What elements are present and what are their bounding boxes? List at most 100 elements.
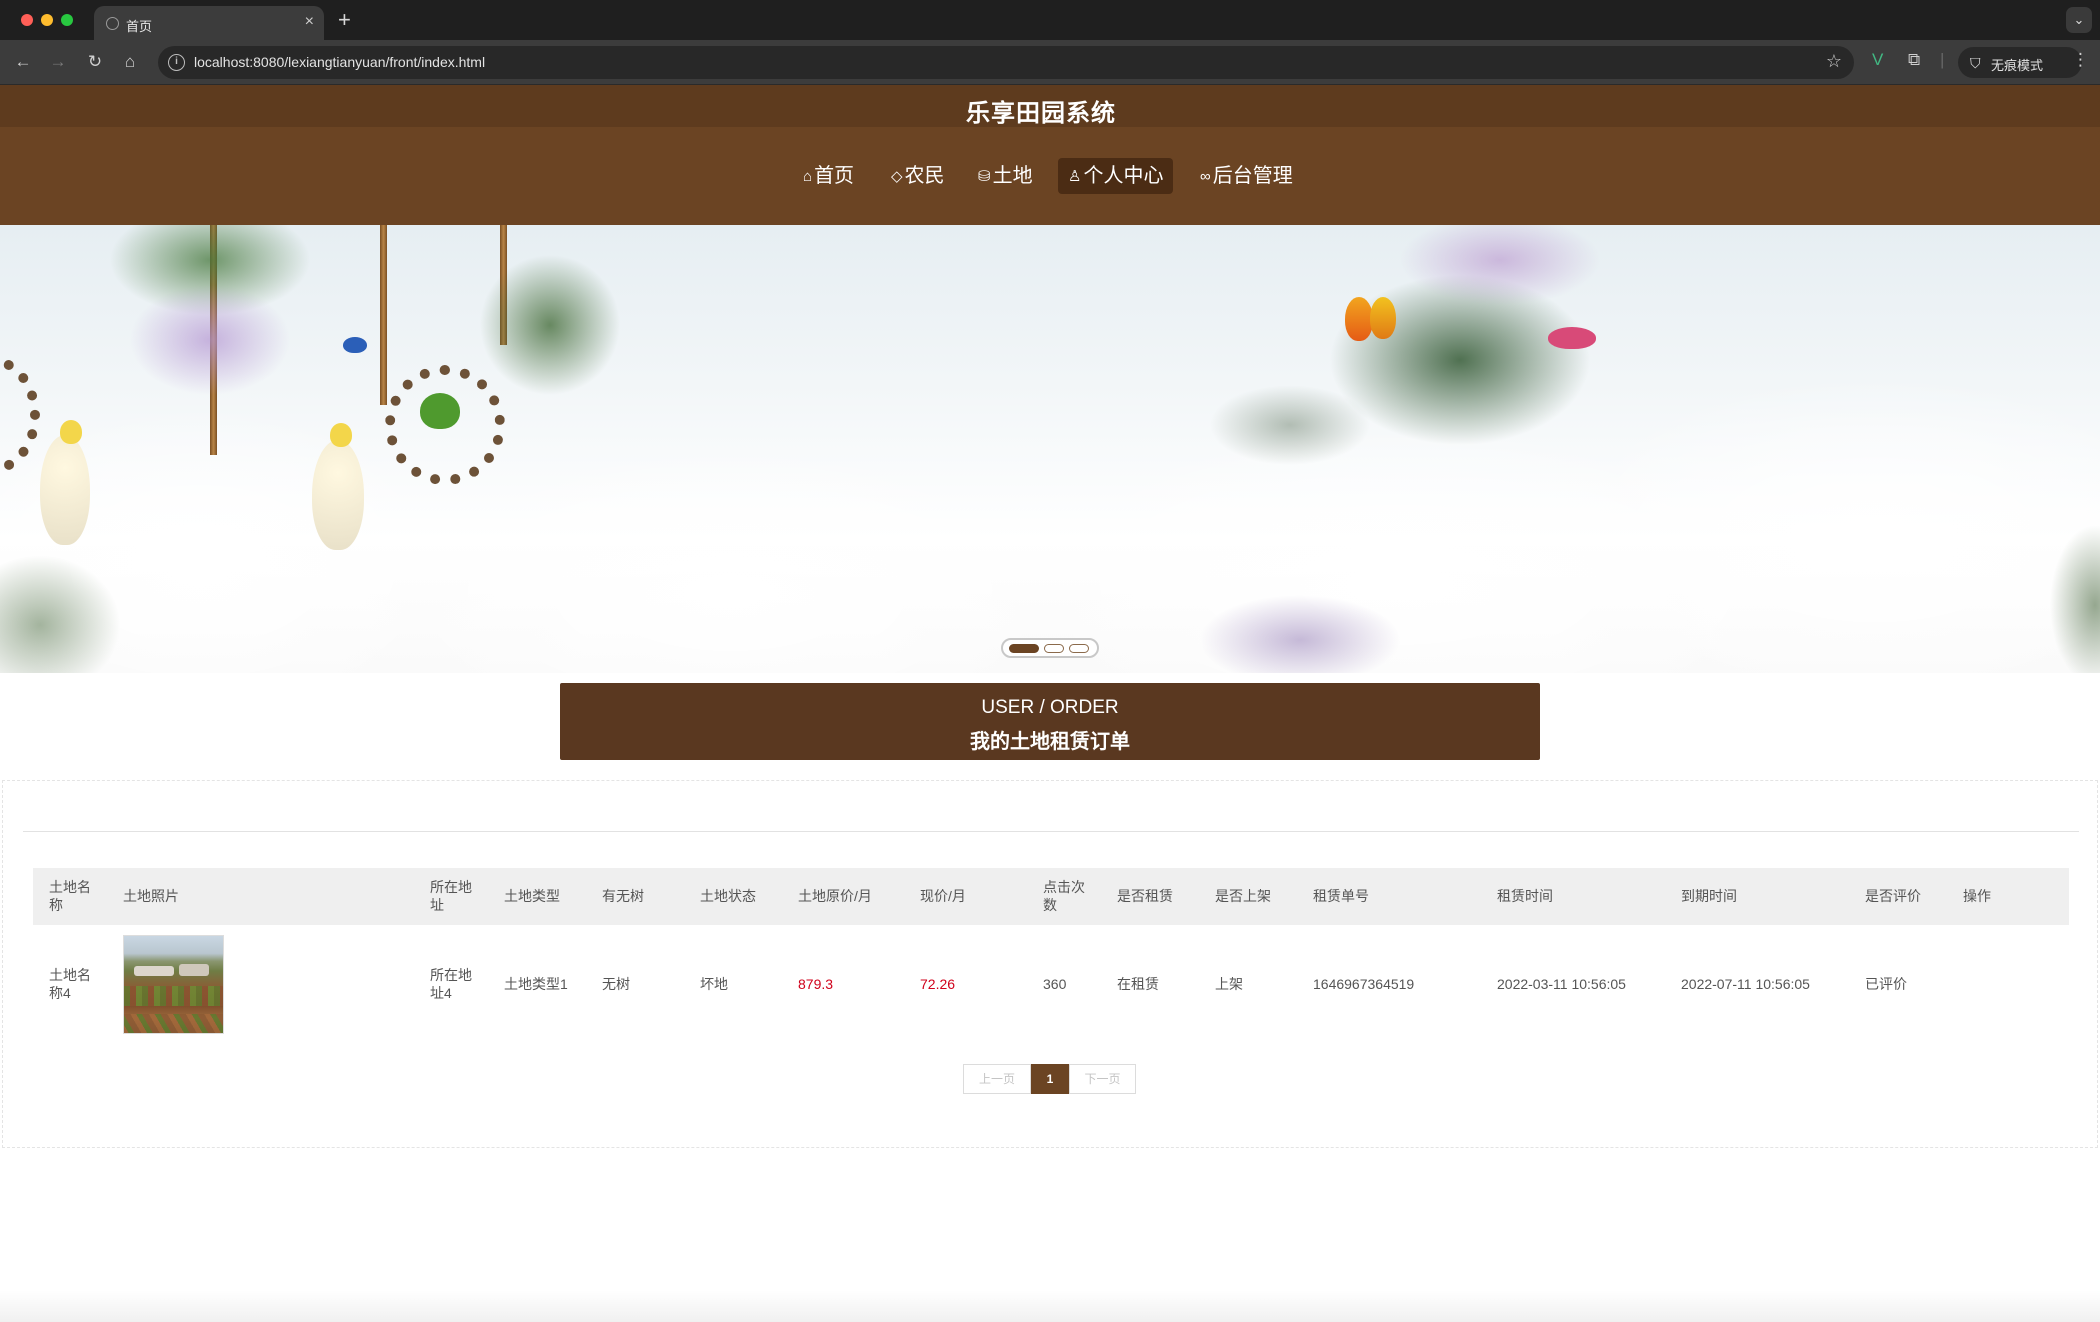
carousel-dot-3[interactable] xyxy=(1069,644,1089,653)
browser-tab[interactable]: 首页 × xyxy=(94,6,324,40)
th-listed: 是否上架 xyxy=(1215,888,1271,904)
section-title-en: USER / ORDER xyxy=(981,697,1119,718)
th-status: 土地状态 xyxy=(700,888,756,904)
reload-icon[interactable]: ↻ xyxy=(84,51,106,73)
browser-tab-bar: 首页 × + ⌄ xyxy=(0,0,2100,40)
window-minimize-button[interactable] xyxy=(41,14,53,26)
nav-item-label: 农民 xyxy=(904,165,945,187)
cell-land-name: 土地名称4 xyxy=(49,967,91,1001)
home-icon[interactable]: ⌂ xyxy=(119,51,141,73)
nav-item-label: 个人中心 xyxy=(1083,165,1164,187)
browser-menu-icon[interactable]: ⋮ xyxy=(2072,50,2089,70)
lovebird-illustration xyxy=(1345,297,1373,341)
carousel-dot-2[interactable] xyxy=(1044,644,1064,653)
carousel-indicators xyxy=(1001,638,1099,658)
tag-icon: ◇ xyxy=(891,168,903,185)
banner-carousel[interactable] xyxy=(0,225,2100,673)
th-order-no: 租赁单号 xyxy=(1313,888,1369,904)
link-icon: ∞ xyxy=(1200,168,1211,185)
globe-icon xyxy=(106,17,119,30)
database-icon: ⛁ xyxy=(978,168,991,185)
th-original-price: 土地原价/月 xyxy=(798,888,872,904)
cloud-illustration xyxy=(1550,375,2100,673)
title-strip: 乐享田园系统 xyxy=(0,85,2100,127)
carousel-dot-1[interactable] xyxy=(1009,644,1039,653)
green-parrot-illustration xyxy=(420,393,460,429)
th-lease-time: 租赁时间 xyxy=(1497,888,1553,904)
table-row: 土地名称4 所在地址4 土地类型1 无树 坏地 879.3 72.26 360 … xyxy=(33,925,2069,1045)
th-expire-time: 到期时间 xyxy=(1681,888,1737,904)
cell-expire-time: 2022-07-11 10:56:05 xyxy=(1681,976,1810,992)
prev-page-button[interactable]: 上一页 xyxy=(963,1064,1031,1094)
nav-item-farmers[interactable]: ◇ 农民 xyxy=(881,158,955,194)
foliage-illustration xyxy=(480,255,620,395)
cell-clicks: 360 xyxy=(1043,976,1067,992)
th-leased: 是否租赁 xyxy=(1117,888,1173,904)
tab-search-chevron-icon[interactable]: ⌄ xyxy=(2066,7,2092,33)
tab-title: 首页 xyxy=(126,19,153,34)
next-page-button[interactable]: 下一页 xyxy=(1069,1064,1136,1094)
cockatiel-head-illustration xyxy=(330,423,352,447)
window-bottom-shadow xyxy=(0,1290,2100,1322)
land-photo-image[interactable] xyxy=(123,935,224,1034)
foliage-illustration xyxy=(1210,385,1370,465)
new-tab-button[interactable]: + xyxy=(338,7,351,33)
address-bar[interactable]: i localhost:8080/lexiangtianyuan/front/i… xyxy=(158,46,1854,79)
th-clicks: 点击次数 xyxy=(1043,879,1085,913)
page-1-button[interactable]: 1 xyxy=(1031,1064,1069,1094)
nav-item-label: 土地 xyxy=(992,165,1033,187)
extensions-puzzle-icon[interactable]: ⧉ xyxy=(1908,50,1920,70)
bluebird-illustration xyxy=(343,337,367,353)
th-address: 所在地址 xyxy=(430,879,472,913)
cell-listed: 上架 xyxy=(1215,976,1243,992)
rope-decoration xyxy=(380,225,387,405)
cell-current-price: 72.26 xyxy=(920,976,956,992)
window-close-button[interactable] xyxy=(21,14,33,26)
main-nav: ⌂ 首页 ◇ 农民 ⛁ 土地 ♙ 个人中心 ∞ 后台管理 xyxy=(0,158,2100,194)
pink-bird-illustration xyxy=(1548,327,1596,349)
incognito-badge[interactable]: ⛉ 无痕模式 xyxy=(1958,47,2082,78)
nav-item-admin[interactable]: ∞ 后台管理 xyxy=(1190,158,1303,194)
cell-leased: 在租赁 xyxy=(1117,976,1159,992)
tab-close-icon[interactable]: × xyxy=(305,13,314,31)
forward-arrow-icon[interactable]: → xyxy=(47,51,69,73)
bookmark-star-icon[interactable]: ☆ xyxy=(1826,51,1842,72)
back-arrow-icon[interactable]: ← xyxy=(12,51,34,73)
nav-item-home[interactable]: ⌂ 首页 xyxy=(793,158,864,194)
section-title-box: USER / ORDER 我的土地租赁订单 xyxy=(560,683,1540,760)
lilac-flowers-illustration xyxy=(130,285,290,395)
toolbar-divider: | xyxy=(1940,50,1945,69)
cell-trees: 无树 xyxy=(602,976,630,992)
nav-item-land[interactable]: ⛁ 土地 xyxy=(968,158,1043,194)
table-header: 土地名称 土地照片 所在地址 土地类型 有无树 土地状态 土地原价/月 现价/月… xyxy=(33,868,2069,925)
th-current-price: 现价/月 xyxy=(920,888,966,904)
vue-devtools-icon[interactable]: V xyxy=(1872,50,1883,70)
th-reviewed: 是否评价 xyxy=(1865,888,1921,904)
nav-item-label: 首页 xyxy=(814,165,855,187)
cell-original-price: 879.3 xyxy=(798,976,834,992)
divider xyxy=(23,831,2079,832)
cockatiel-illustration xyxy=(312,440,364,550)
window-maximize-button[interactable] xyxy=(61,14,73,26)
th-land-photo: 土地照片 xyxy=(123,888,179,904)
incognito-icon: ⛉ xyxy=(1970,55,1981,71)
site-header: 乐享田园系统 ⌂ 首页 ◇ 农民 ⛁ 土地 ♙ 个人中心 ∞ 后台管理 xyxy=(0,85,2100,225)
nav-item-label: 后台管理 xyxy=(1212,165,1293,187)
cell-lease-time: 2022-03-11 10:56:05 xyxy=(1497,976,1626,992)
section-title-cn: 我的土地租赁订单 xyxy=(970,731,1130,753)
user-icon: ♙ xyxy=(1068,168,1082,185)
cockatiel-head-illustration xyxy=(60,420,82,444)
cloud-illustration xyxy=(380,445,1080,673)
cell-status: 坏地 xyxy=(700,976,728,992)
home-icon: ⌂ xyxy=(803,168,813,185)
th-trees: 有无树 xyxy=(602,888,644,904)
cell-land-type: 土地类型1 xyxy=(504,976,568,992)
th-land-type: 土地类型 xyxy=(504,888,560,904)
cell-reviewed: 已评价 xyxy=(1865,976,1907,992)
cell-order-no: 1646967364519 xyxy=(1313,976,1415,992)
address-url[interactable]: localhost:8080/lexiangtianyuan/front/ind… xyxy=(194,54,485,70)
nav-item-personal-center[interactable]: ♙ 个人中心 xyxy=(1058,158,1174,194)
incognito-label: 无痕模式 xyxy=(1991,58,2044,73)
site-info-icon[interactable]: i xyxy=(168,54,185,71)
th-actions: 操作 xyxy=(1963,888,1991,904)
